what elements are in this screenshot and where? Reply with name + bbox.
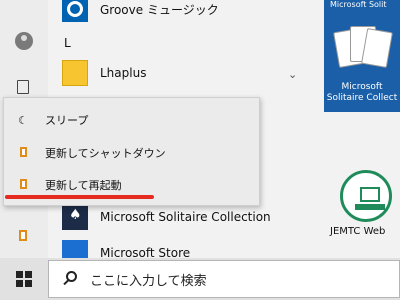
search-input[interactable]: ここに入力して検索: [48, 260, 400, 298]
tile-label-line1: Microsoft: [341, 82, 383, 92]
start-button[interactable]: [0, 258, 48, 300]
search-icon: [62, 270, 80, 288]
jemtc-logo-icon: [340, 170, 392, 222]
search-placeholder: ここに入力して検索: [90, 273, 207, 289]
app-label: Groove ミュージック: [100, 2, 219, 17]
power-menu: ☾ スリープ 更新してシャットダウン 更新して再起動: [3, 97, 260, 206]
solitaire-tile-top[interactable]: Microsoft Solit: [324, 0, 400, 14]
tile-top-label: Microsoft Solit: [330, 0, 387, 9]
documents-icon[interactable]: [17, 80, 29, 94]
solitaire-tile[interactable]: Microsoft Solitaire Collect: [324, 14, 400, 112]
list-item-groove[interactable]: Groove ミュージック: [62, 0, 219, 26]
jemtc-tile[interactable]: JEMTC Web: [330, 170, 394, 237]
list-item-lhaplus[interactable]: Lhaplus: [62, 56, 146, 90]
chevron-down-icon[interactable]: ⌄: [288, 68, 297, 81]
windows-logo-icon: [16, 271, 32, 287]
menu-item-label: 更新してシャットダウン: [45, 147, 166, 160]
tile-label-line2: Solitaire Collect: [326, 93, 398, 103]
app-label: Microsoft Solitaire Collection: [100, 210, 271, 224]
power-icon[interactable]: [19, 230, 27, 241]
menu-item-label: 更新して再起動: [45, 179, 122, 192]
menu-item-label: スリープ: [45, 114, 89, 127]
menu-item-update-shutdown[interactable]: 更新してシャットダウン: [4, 139, 259, 167]
app-label: Lhaplus: [100, 66, 147, 80]
user-avatar-icon[interactable]: [15, 32, 33, 50]
menu-item-sleep[interactable]: ☾ スリープ: [4, 106, 259, 134]
groove-icon: [62, 0, 88, 22]
highlight-underline: [5, 195, 154, 199]
folder-icon: [62, 60, 88, 86]
tile-area: Microsoft Solit Microsoft Solitaire Coll…: [310, 0, 400, 258]
moon-icon: ☾: [18, 113, 28, 127]
power-icon: [16, 178, 30, 192]
section-letter[interactable]: L: [64, 36, 71, 50]
cards-icon: [332, 20, 393, 74]
power-icon: [16, 146, 30, 160]
taskbar: ここに入力して検索: [0, 258, 400, 300]
solitaire-icon: [62, 204, 88, 230]
tile-label: JEMTC Web: [330, 226, 386, 237]
